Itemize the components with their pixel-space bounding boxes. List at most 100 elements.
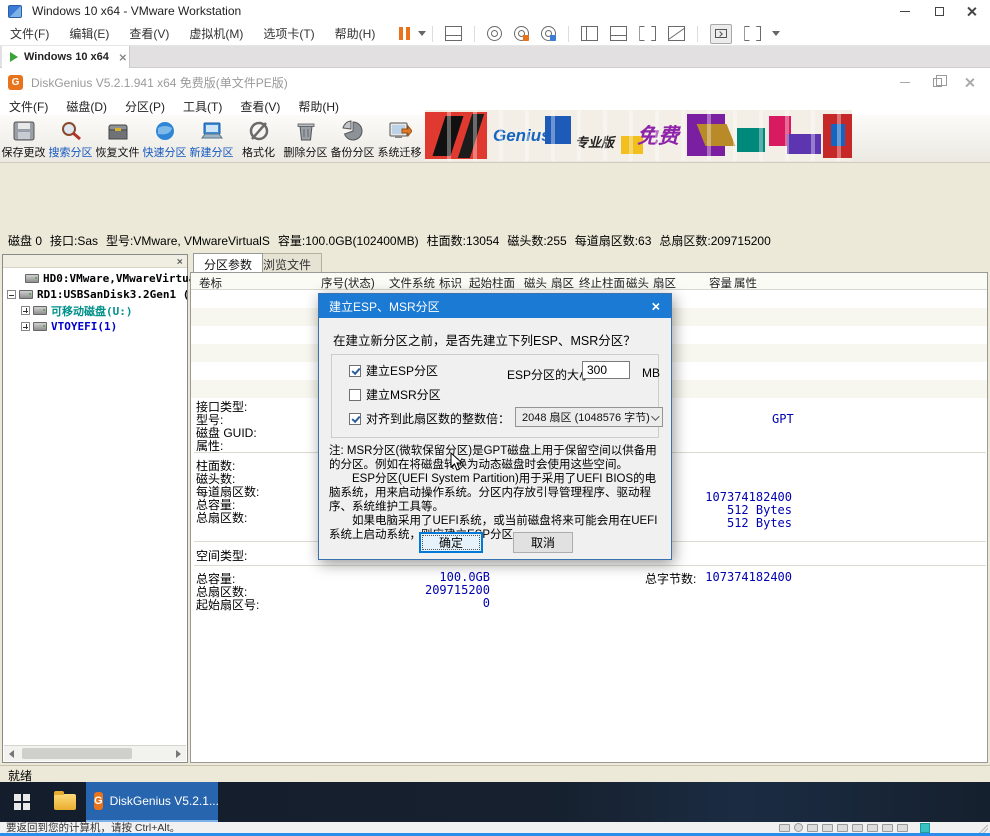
format-button[interactable]: 格式化 <box>235 115 282 163</box>
ad-banner[interactable]: Genius 专业版 免费 <box>425 110 852 161</box>
cdrom-icon[interactable] <box>794 823 803 832</box>
chevron-down-icon[interactable] <box>772 31 780 36</box>
col-end-cyl[interactable]: 终止柱面 <box>579 275 625 291</box>
value-partition-table-type: GPT <box>772 412 794 426</box>
note-line-msr: 注: MSR分区(微软保留分区)是GPT磁盘上用于保留空间以供备用的分区。例如在… <box>329 444 667 472</box>
pause-vm-button[interactable] <box>399 27 426 40</box>
vmware-minimize-button[interactable] <box>888 0 922 22</box>
dg-menu-partition[interactable]: 分区(P) <box>116 98 174 115</box>
msr-checkbox-row[interactable]: 建立MSR分区 <box>349 386 441 403</box>
usb3-icon[interactable] <box>882 824 893 832</box>
tab-partition-params[interactable]: 分区参数 <box>193 253 263 272</box>
col-volume-label[interactable]: 卷标 <box>199 275 222 291</box>
display-icon[interactable] <box>897 824 908 832</box>
dg-menu-disk[interactable]: 磁盘(D) <box>57 98 116 115</box>
col-sector[interactable]: 扇区 <box>551 275 574 291</box>
dg-menu-help[interactable]: 帮助(H) <box>289 98 348 115</box>
col-index-status[interactable]: 序号(状态) <box>321 275 375 291</box>
expand-icon[interactable] <box>21 322 30 331</box>
align-checkbox[interactable] <box>349 413 361 425</box>
quick-partition-button[interactable]: 快速分区 <box>141 115 188 163</box>
col-capacity[interactable]: 容量 <box>709 275 732 291</box>
dialog-titlebar[interactable]: 建立ESP、MSR分区 <box>319 294 671 318</box>
cancel-button[interactable]: 取消 <box>513 532 573 553</box>
scrollbar-thumb[interactable] <box>22 748 132 759</box>
msr-checkbox[interactable] <box>349 389 361 401</box>
col-start-cyl[interactable]: 起始柱面 <box>469 275 515 291</box>
col-attributes[interactable]: 属性 <box>734 275 757 291</box>
diskgenius-minimize-button[interactable] <box>888 68 922 97</box>
tree-item-hd0[interactable]: HD0:VMware,VMwareVirtualS <box>25 271 205 286</box>
col-sector2[interactable]: 扇区 <box>653 275 676 291</box>
vmware-menu-edit[interactable]: 编辑(E) <box>59 25 119 42</box>
esp-size-input[interactable] <box>582 361 630 379</box>
send-ctrl-alt-del-button[interactable] <box>445 26 462 41</box>
file-explorer-button[interactable] <box>44 782 86 822</box>
resize-grip[interactable] <box>979 824 988 833</box>
dg-menu-tools[interactable]: 工具(T) <box>174 98 231 115</box>
usb2-icon[interactable] <box>867 824 878 832</box>
vmware-close-button[interactable] <box>954 0 988 22</box>
scroll-left-arrow[interactable] <box>9 750 14 758</box>
align-checkbox-row[interactable]: 对齐到此扇区数的整数倍： <box>349 410 510 427</box>
new-partition-button[interactable]: 新建分区 <box>188 115 235 163</box>
unity-mode-button[interactable] <box>668 26 685 41</box>
take-snapshot-button[interactable] <box>487 26 502 41</box>
fit-guest-button[interactable] <box>744 26 761 41</box>
vmware-menu-file[interactable]: 文件(F) <box>0 25 59 42</box>
printer-icon[interactable] <box>822 824 833 832</box>
tree-horizontal-scrollbar[interactable] <box>4 745 186 761</box>
col-id[interactable]: 标识 <box>439 275 462 291</box>
system-migration-button[interactable]: 系统迁移 <box>376 115 423 163</box>
scroll-right-arrow[interactable] <box>176 750 181 758</box>
esp-checkbox[interactable] <box>349 365 361 377</box>
manage-snapshots-button[interactable] <box>541 26 556 41</box>
col-filesystem[interactable]: 文件系统 <box>389 275 435 291</box>
vmware-menu-vm[interactable]: 虚拟机(M) <box>179 25 253 42</box>
diskgenius-restore-button[interactable] <box>920 68 954 97</box>
virtual-console-button[interactable] <box>710 24 732 44</box>
col-head[interactable]: 磁头 <box>524 275 547 291</box>
ok-button[interactable]: 确定 <box>419 532 483 553</box>
expand-icon[interactable] <box>21 306 30 315</box>
backup-partition-button[interactable]: 备份分区 <box>329 115 376 163</box>
tree-item-vtoyefi[interactable]: VTOYEFI(1) <box>21 319 201 334</box>
dialog-close-button[interactable] <box>639 294 671 318</box>
dg-menu-view[interactable]: 查看(V) <box>231 98 289 115</box>
harddisk-icon[interactable] <box>779 824 790 832</box>
esp-checkbox-row[interactable]: 建立ESP分区 <box>349 362 438 379</box>
fullscreen-button[interactable] <box>639 26 656 41</box>
network-icon[interactable] <box>807 824 818 832</box>
vmware-menu-view[interactable]: 查看(V) <box>119 25 179 42</box>
dg-menu-file[interactable]: 文件(F) <box>0 98 57 115</box>
notification-icon[interactable] <box>920 823 930 833</box>
taskbar-diskgenius-task[interactable]: G DiskGenius V5.2.1... <box>86 782 218 822</box>
recover-files-button[interactable]: 恢复文件 <box>94 115 141 163</box>
collapse-icon[interactable] <box>7 290 16 299</box>
tab-close-icon[interactable] <box>119 53 127 61</box>
show-console-pane-button[interactable] <box>610 26 627 41</box>
close-icon <box>651 302 660 311</box>
show-library-button[interactable] <box>581 26 598 41</box>
vmware-menu-tabs[interactable]: 选项卡(T) <box>253 25 324 42</box>
delete-partition-button[interactable]: 删除分区 <box>282 115 329 163</box>
align-sectors-dropdown[interactable]: 2048 扇区 (1048576 字节) <box>515 407 663 427</box>
save-changes-button[interactable]: 保存更改 <box>0 115 47 163</box>
close-panel-icon[interactable] <box>176 258 182 264</box>
usb-icon[interactable] <box>852 824 863 832</box>
diskgenius-close-button[interactable] <box>952 68 986 97</box>
trash-icon <box>293 119 319 143</box>
tree-item-removable-disk[interactable]: 可移动磁盘(U:) <box>21 303 201 318</box>
revert-snapshot-button[interactable] <box>514 26 529 41</box>
vmware-maximize-button[interactable] <box>922 0 956 22</box>
sound-icon[interactable] <box>837 824 848 832</box>
tree-item-rd1[interactable]: RD1:USBSanDisk3.2Gen1 (29G <box>7 287 187 302</box>
chevron-down-icon <box>651 412 659 420</box>
search-partition-button[interactable]: 搜索分区 <box>47 115 94 163</box>
chevron-down-icon[interactable] <box>418 31 426 36</box>
status-text: 就绪 <box>8 769 32 783</box>
start-button[interactable] <box>0 782 44 822</box>
vm-tab-windows10[interactable]: Windows 10 x64 <box>2 46 130 68</box>
vmware-menu-help[interactable]: 帮助(H) <box>325 25 386 42</box>
col-head2[interactable]: 磁头 <box>626 275 649 291</box>
